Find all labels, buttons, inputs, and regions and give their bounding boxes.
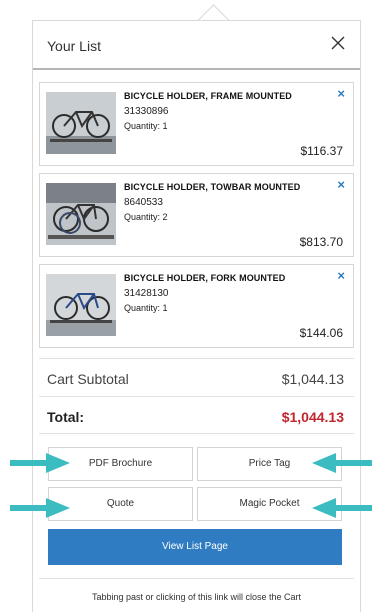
item-sku: 8640533 xyxy=(124,197,163,208)
item-price: $813.70 xyxy=(299,235,343,249)
remove-icon[interactable]: × xyxy=(337,87,345,100)
item-price: $144.06 xyxy=(299,326,343,340)
arrow-icon xyxy=(312,451,372,475)
item-name: BICYCLE HOLDER, TOWBAR MOUNTED xyxy=(124,182,301,192)
cart-item: BICYCLE HOLDER, TOWBAR MOUNTED 8640533 Q… xyxy=(39,173,354,257)
divider xyxy=(39,396,354,397)
cart-title: Your List xyxy=(47,38,101,54)
remove-icon[interactable]: × xyxy=(337,178,345,191)
item-name: BICYCLE HOLDER, FORK MOUNTED xyxy=(124,273,286,283)
item-price: $116.37 xyxy=(300,144,344,158)
item-name: BICYCLE HOLDER, FRAME MOUNTED xyxy=(124,91,292,101)
subtotal-value: $1,044.13 xyxy=(281,371,344,387)
divider xyxy=(39,433,354,434)
cart-header: Your List xyxy=(33,21,360,70)
total-label: Total: xyxy=(47,409,85,425)
item-sku: 31428130 xyxy=(124,288,169,299)
subtotal-label: Cart Subtotal xyxy=(47,371,129,387)
arrow-icon xyxy=(312,496,372,520)
close-icon[interactable] xyxy=(330,35,346,51)
item-quantity: Quantity: 2 xyxy=(124,212,168,222)
divider xyxy=(39,358,354,359)
total-value: $1,044.13 xyxy=(281,409,344,425)
remove-icon[interactable]: × xyxy=(337,269,345,282)
cart-panel: Your List BICYCLE HOLDER, FRAME MOUNTED … xyxy=(32,20,361,612)
view-list-page-button[interactable]: View List Page xyxy=(48,529,342,565)
item-quantity: Quantity: 1 xyxy=(124,303,168,313)
cart-item: BICYCLE HOLDER, FRAME MOUNTED 31330896 Q… xyxy=(39,82,354,166)
product-image xyxy=(46,92,116,154)
footer-note: Tabbing past or clicking of this link wi… xyxy=(91,592,302,602)
item-quantity: Quantity: 1 xyxy=(124,121,168,131)
divider xyxy=(39,578,354,579)
product-image xyxy=(46,183,116,245)
arrow-icon xyxy=(10,451,70,475)
product-image xyxy=(46,274,116,336)
item-sku: 31330896 xyxy=(124,106,169,117)
arrow-icon xyxy=(10,496,70,520)
cart-item: BICYCLE HOLDER, FORK MOUNTED 31428130 Qu… xyxy=(39,264,354,348)
